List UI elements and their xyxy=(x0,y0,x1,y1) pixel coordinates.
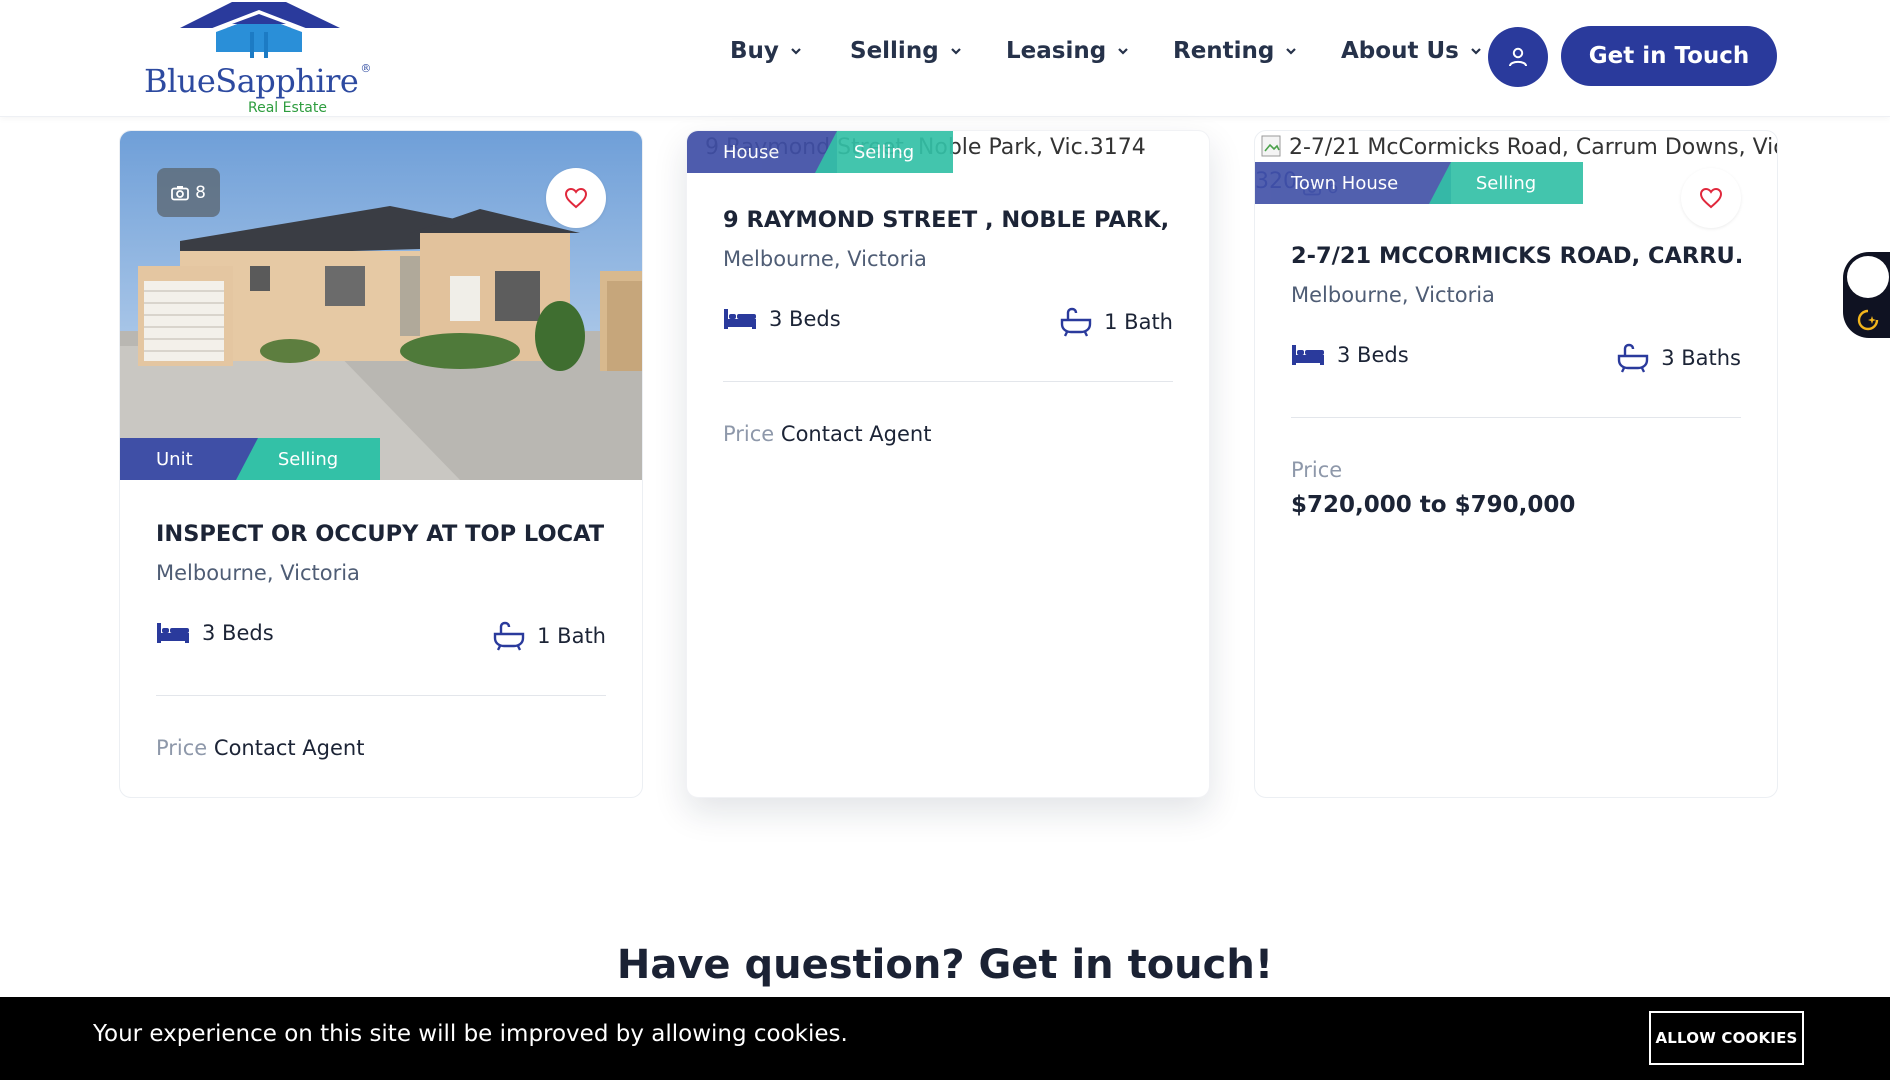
theme-toggle[interactable] xyxy=(1847,256,1889,298)
listing-details: 9 RAYMOND STREET , NOBLE PARK, ... Melbo… xyxy=(723,207,1173,446)
listing-card[interactable]: 2-7/21 McCormicks Road, Carrum Downs, Vi… xyxy=(1254,130,1778,798)
nav-renting[interactable]: Renting xyxy=(1173,38,1298,64)
price-label: Price xyxy=(156,736,208,760)
contact-section-heading: Have question? Get in touch! xyxy=(616,942,1274,988)
chevron-down-icon xyxy=(1118,48,1128,55)
listing-title[interactable]: 2-7/21 MCCORMICKS ROAD, CARRU... xyxy=(1291,243,1741,269)
listing-details: INSPECT OR OCCUPY AT TOP LOCATI... Melbo… xyxy=(156,521,606,760)
user-icon xyxy=(1509,47,1527,67)
property-type-tag: Unit xyxy=(120,438,258,480)
nav-about-us[interactable]: About Us xyxy=(1341,38,1483,64)
heart-icon xyxy=(564,187,588,209)
nav-buy[interactable]: Buy xyxy=(730,38,803,64)
price-row: Price Contact Agent xyxy=(723,422,1173,446)
listing-features: 3 Beds 3 Baths xyxy=(1291,343,1741,383)
beds-count: 3 Beds xyxy=(1337,343,1409,367)
price-row: Price Contact Agent xyxy=(156,736,606,760)
baths-count: 1 Bath xyxy=(537,624,606,648)
price-value: Contact Agent xyxy=(213,736,365,760)
broken-image-alt-text[interactable]: 2-7/21 McCormicks Road, Carrum Downs, Vi… xyxy=(1289,135,1777,160)
account-button[interactable] xyxy=(1488,27,1548,87)
listing-location: Melbourne, Victoria xyxy=(156,561,360,585)
listing-tags: House Selling xyxy=(687,131,953,173)
baths-count: 1 Bath xyxy=(1104,310,1173,334)
side-accessibility-widget[interactable] xyxy=(1843,252,1890,338)
broken-image-icon xyxy=(1261,135,1281,157)
baths-feature: 3 Baths xyxy=(1617,343,1741,373)
cookie-consent-bar: Your experience on this site will be imp… xyxy=(0,997,1890,1080)
beds-count: 3 Beds xyxy=(202,621,274,645)
baths-count: 3 Baths xyxy=(1661,346,1741,370)
sparkle-moon-icon xyxy=(1857,309,1879,331)
price-label: Price xyxy=(1291,458,1343,482)
bed-icon xyxy=(724,309,756,329)
brand-subtitle: Real Estate xyxy=(248,100,327,116)
listing-tags: Unit Selling xyxy=(120,438,380,480)
divider xyxy=(156,695,606,696)
beds-count: 3 Beds xyxy=(769,307,841,331)
heart-icon xyxy=(1699,187,1723,209)
listing-tags: Town House Selling xyxy=(1255,162,1583,204)
cookie-message: Your experience on this site will be imp… xyxy=(93,1021,848,1047)
listing-title[interactable]: 9 RAYMOND STREET , NOBLE PARK, ... xyxy=(723,207,1173,233)
nav-leasing[interactable]: Leasing xyxy=(1006,38,1130,64)
status-tag: Selling xyxy=(815,131,953,173)
photo-count: 8 xyxy=(195,182,206,203)
nav-selling[interactable]: Selling xyxy=(850,38,963,64)
beds-feature: 3 Beds xyxy=(1291,343,1409,367)
listing-details: 2-7/21 MCCORMICKS ROAD, CARRU... Melbour… xyxy=(1291,243,1741,518)
bed-icon xyxy=(157,623,189,643)
beds-feature: 3 Beds xyxy=(723,307,841,331)
listing-location: Melbourne, Victoria xyxy=(1291,283,1495,307)
get-in-touch-button[interactable]: Get in Touch xyxy=(1561,26,1777,86)
listing-photo[interactable]: 8 Unit Selling xyxy=(120,131,642,480)
favorite-button[interactable] xyxy=(546,168,606,228)
bathtub-icon xyxy=(1618,343,1649,373)
beds-feature: 3 Beds xyxy=(156,621,274,645)
listing-location: Melbourne, Victoria xyxy=(723,247,927,271)
property-type-tag: House xyxy=(687,131,837,173)
price-row: Price $720,000 to $790,000 xyxy=(1291,458,1741,518)
nav-renting-label: Renting xyxy=(1173,38,1275,64)
listing-card[interactable]: 8 Unit Selling INSPECT OR OCCUPY AT TOP … xyxy=(119,130,643,798)
nav-leasing-label: Leasing xyxy=(1006,38,1107,64)
chevron-down-icon xyxy=(791,48,801,55)
listing-features: 3 Beds 1 Bath xyxy=(156,621,606,661)
baths-feature: 1 Bath xyxy=(493,621,606,651)
nav-selling-label: Selling xyxy=(850,38,939,64)
photo-count-badge[interactable]: 8 xyxy=(157,168,220,217)
nav-buy-label: Buy xyxy=(730,38,779,64)
price-label: Price xyxy=(723,422,775,446)
allow-cookies-button[interactable]: ALLOW COOKIES xyxy=(1649,1011,1804,1065)
site-header: BlueSapphire ® Real Estate Buy Selling Le… xyxy=(0,0,1890,117)
divider xyxy=(723,381,1173,382)
property-type-tag: Town House xyxy=(1255,162,1451,204)
price-value: $720,000 to $790,000 xyxy=(1291,492,1576,518)
camera-icon xyxy=(171,185,189,200)
bathtub-icon xyxy=(493,621,525,651)
brand-logo[interactable]: BlueSapphire ® Real Estate xyxy=(140,2,371,117)
favorite-button[interactable] xyxy=(1681,168,1741,228)
house-roof-logo-icon xyxy=(180,2,340,58)
chevron-down-icon xyxy=(950,48,961,55)
brand-name: BlueSapphire ® xyxy=(144,62,371,100)
divider xyxy=(1291,417,1741,418)
price-value: Contact Agent xyxy=(780,422,932,446)
baths-feature: 1 Bath xyxy=(1060,307,1173,337)
status-tag: Selling xyxy=(1429,162,1583,204)
status-tag: Selling xyxy=(236,438,380,480)
chevron-down-icon xyxy=(1471,48,1481,55)
chevron-down-icon xyxy=(1286,48,1297,55)
bathtub-icon xyxy=(1060,307,1092,337)
bed-icon xyxy=(1292,345,1324,365)
listing-title[interactable]: INSPECT OR OCCUPY AT TOP LOCATI... xyxy=(156,521,606,547)
listing-card[interactable]: 9 Raymond Street, Noble Park, Vic.3174 H… xyxy=(686,130,1210,798)
listing-features: 3 Beds 1 Bath xyxy=(723,307,1173,347)
nav-about-us-label: About Us xyxy=(1341,38,1459,64)
